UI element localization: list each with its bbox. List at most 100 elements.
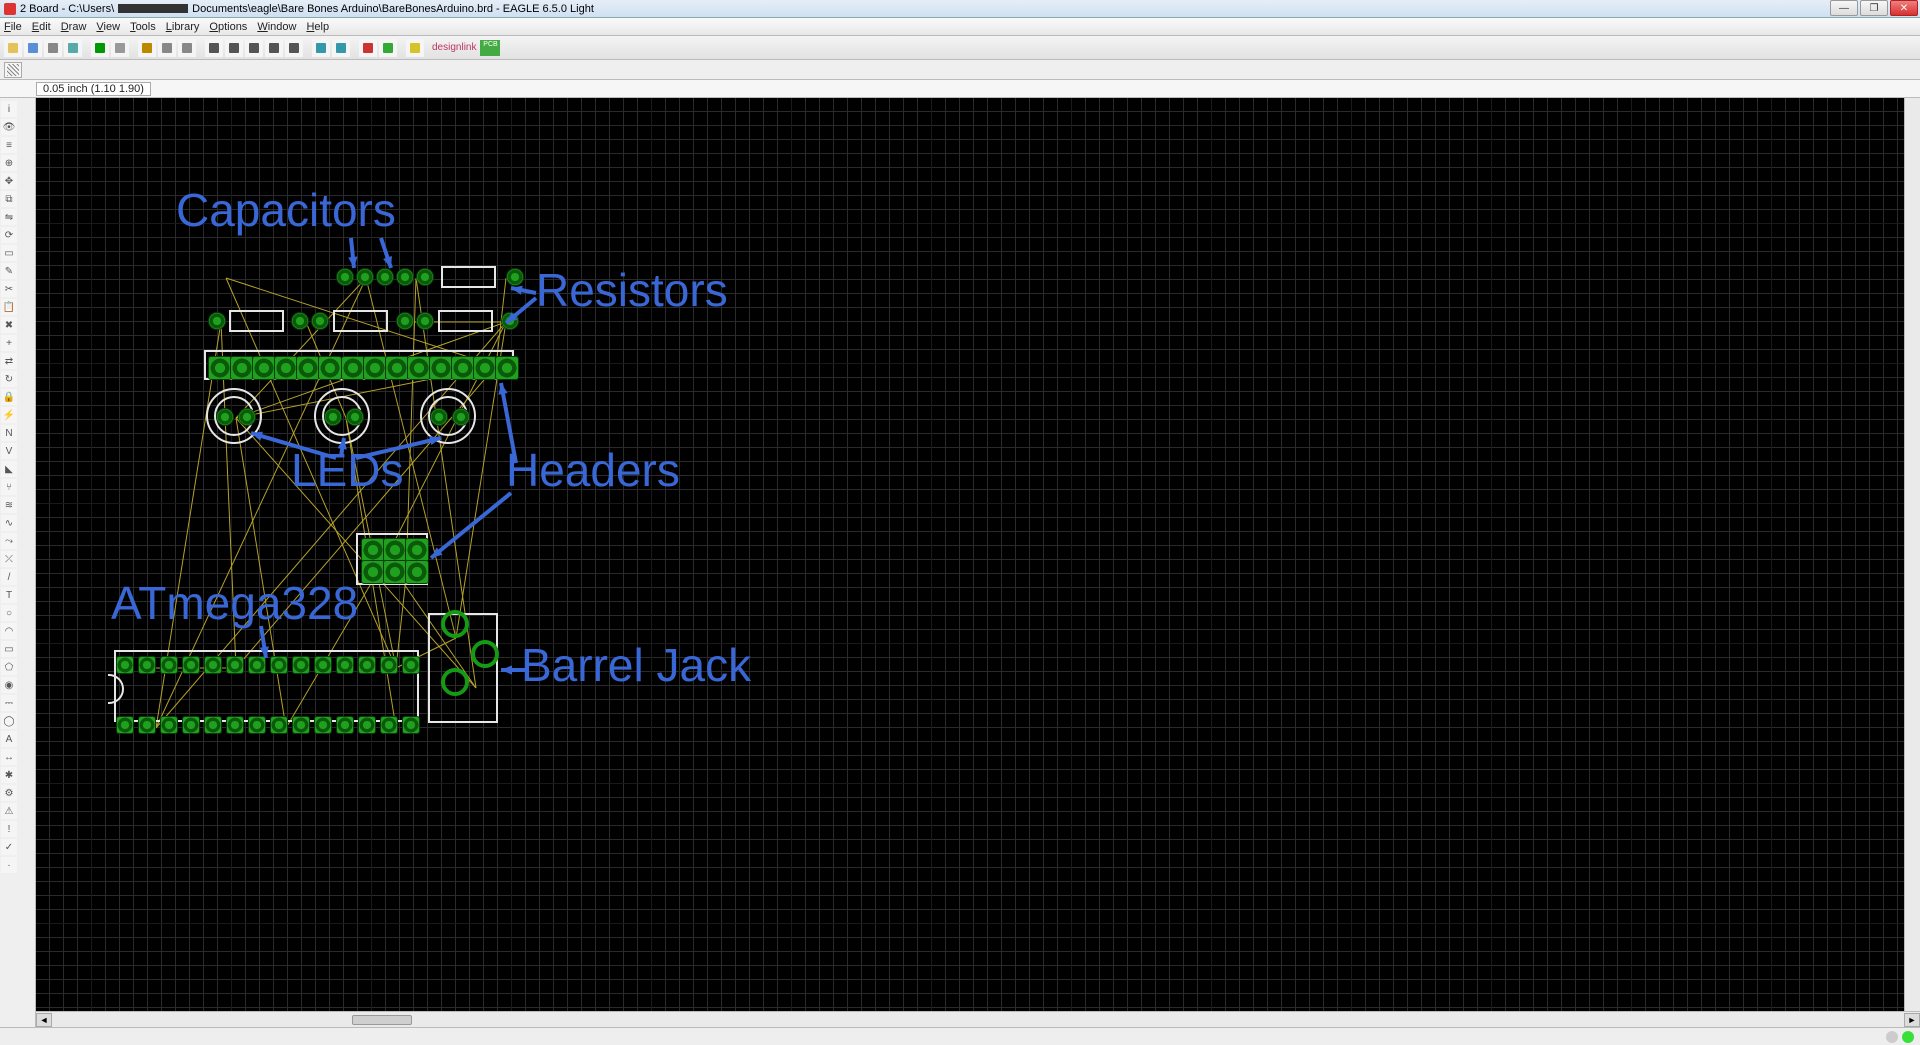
- pad[interactable]: [429, 356, 453, 380]
- pad[interactable]: [441, 610, 469, 638]
- cam-icon[interactable]: [64, 39, 82, 57]
- pad[interactable]: [270, 656, 288, 674]
- change-icon[interactable]: ✎: [1, 263, 17, 279]
- pad[interactable]: [506, 268, 524, 286]
- print-icon[interactable]: [44, 39, 62, 57]
- pad[interactable]: [292, 716, 310, 734]
- pad[interactable]: [138, 656, 156, 674]
- info-icon[interactable]: i: [1, 101, 17, 117]
- pad[interactable]: [204, 716, 222, 734]
- pad[interactable]: [314, 656, 332, 674]
- pad[interactable]: [396, 268, 414, 286]
- cancel-icon[interactable]: [359, 39, 377, 57]
- copy-icon[interactable]: ⧉: [1, 191, 17, 207]
- pad[interactable]: [230, 356, 254, 380]
- pad[interactable]: [182, 716, 200, 734]
- pad[interactable]: [501, 312, 519, 330]
- menu-options[interactable]: Options: [209, 21, 247, 33]
- signal-icon[interactable]: ⎓: [1, 695, 17, 711]
- pad[interactable]: [346, 408, 364, 426]
- pad[interactable]: [385, 356, 409, 380]
- lock-icon[interactable]: 🔒: [1, 389, 17, 405]
- pad[interactable]: [238, 408, 256, 426]
- delete-icon[interactable]: ✖: [1, 317, 17, 333]
- menu-library[interactable]: Library: [166, 21, 200, 33]
- help-icon[interactable]: [406, 39, 424, 57]
- pad[interactable]: [473, 356, 497, 380]
- pad[interactable]: [318, 356, 342, 380]
- pad[interactable]: [204, 656, 222, 674]
- pad[interactable]: [495, 356, 519, 380]
- close-button[interactable]: ✕: [1890, 0, 1918, 16]
- pad[interactable]: [452, 408, 470, 426]
- replace-icon[interactable]: ↻: [1, 371, 17, 387]
- pad[interactable]: [274, 356, 298, 380]
- name-icon[interactable]: N: [1, 425, 17, 441]
- zoom-out-icon[interactable]: [245, 39, 263, 57]
- smash-icon[interactable]: ⚡: [1, 407, 17, 423]
- menu-edit[interactable]: Edit: [32, 21, 51, 33]
- grid-button[interactable]: [4, 62, 22, 78]
- pad[interactable]: [138, 716, 156, 734]
- pad[interactable]: [405, 560, 429, 584]
- mirror-icon[interactable]: ⇋: [1, 209, 17, 225]
- redo-icon[interactable]: [332, 39, 350, 57]
- optimize-icon[interactable]: ≋: [1, 497, 17, 513]
- pad[interactable]: [451, 356, 475, 380]
- pad[interactable]: [441, 668, 469, 696]
- zoom-fit-icon[interactable]: [205, 39, 223, 57]
- pad[interactable]: [380, 656, 398, 674]
- use-icon[interactable]: [138, 39, 156, 57]
- arc-icon[interactable]: ◠: [1, 623, 17, 639]
- pad[interactable]: [358, 656, 376, 674]
- maximize-button[interactable]: ❐: [1860, 0, 1888, 16]
- pad[interactable]: [402, 716, 420, 734]
- meander-icon[interactable]: ∿: [1, 515, 17, 531]
- scroll-right-button[interactable]: ►: [1904, 1013, 1920, 1027]
- pad[interactable]: [216, 408, 234, 426]
- pad[interactable]: [252, 356, 276, 380]
- mark2-icon[interactable]: ·: [1, 857, 17, 873]
- attribute-icon[interactable]: A: [1, 731, 17, 747]
- drc-icon[interactable]: ✓: [1, 839, 17, 855]
- minimize-button[interactable]: —: [1830, 0, 1858, 16]
- pad[interactable]: [248, 716, 266, 734]
- move-icon[interactable]: ✥: [1, 173, 17, 189]
- cut-icon[interactable]: ✂: [1, 281, 17, 297]
- wire-icon[interactable]: /: [1, 569, 17, 585]
- pad[interactable]: [471, 640, 499, 668]
- pinswap-icon[interactable]: ⇄: [1, 353, 17, 369]
- designlink-button[interactable]: designlink: [432, 42, 476, 53]
- pad[interactable]: [358, 716, 376, 734]
- pad[interactable]: [226, 656, 244, 674]
- pad[interactable]: [363, 356, 387, 380]
- menu-view[interactable]: View: [96, 21, 120, 33]
- menu-tools[interactable]: Tools: [130, 21, 156, 33]
- open-icon[interactable]: [4, 39, 22, 57]
- value-icon[interactable]: V: [1, 443, 17, 459]
- pad[interactable]: [270, 716, 288, 734]
- board-icon[interactable]: [91, 39, 109, 57]
- circle-icon[interactable]: ○: [1, 605, 17, 621]
- pad[interactable]: [311, 312, 329, 330]
- pad[interactable]: [361, 560, 385, 584]
- rotate-icon[interactable]: ⟳: [1, 227, 17, 243]
- menu-help[interactable]: Help: [306, 21, 329, 33]
- menu-window[interactable]: Window: [257, 21, 296, 33]
- polygon-icon[interactable]: ⬠: [1, 659, 17, 675]
- pad[interactable]: [356, 268, 374, 286]
- scroll-thumb[interactable]: [352, 1015, 412, 1025]
- rect-icon[interactable]: ▭: [1, 641, 17, 657]
- pad[interactable]: [341, 356, 365, 380]
- pad[interactable]: [361, 538, 385, 562]
- zoom-select-icon[interactable]: [285, 39, 303, 57]
- pad[interactable]: [380, 716, 398, 734]
- pad[interactable]: [160, 656, 178, 674]
- dimension-icon[interactable]: ↔: [1, 749, 17, 765]
- pad[interactable]: [296, 356, 320, 380]
- pad[interactable]: [402, 656, 420, 674]
- pad[interactable]: [430, 408, 448, 426]
- pad[interactable]: [291, 312, 309, 330]
- save-icon[interactable]: [24, 39, 42, 57]
- go-icon[interactable]: [379, 39, 397, 57]
